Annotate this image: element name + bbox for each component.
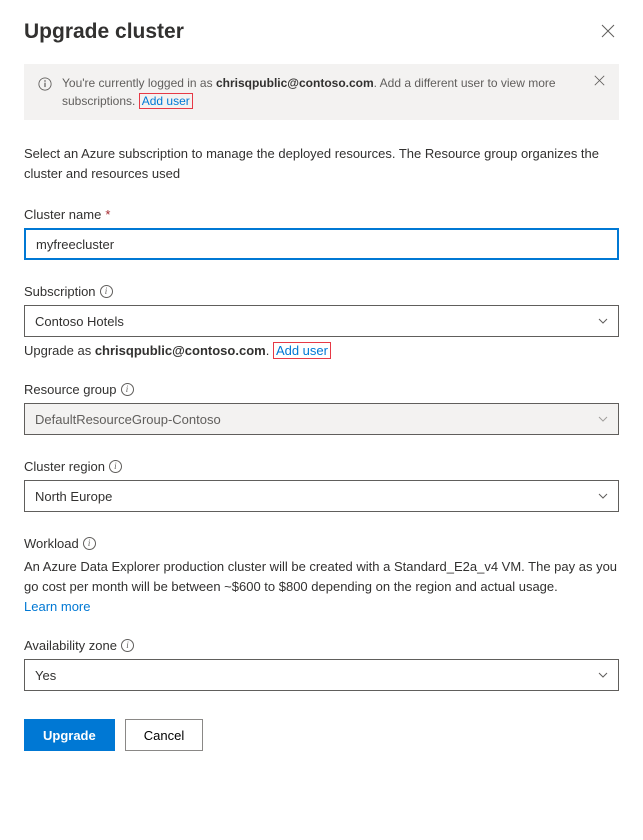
info-icon[interactable]: i	[100, 285, 113, 298]
required-indicator: *	[105, 207, 110, 222]
page-title: Upgrade cluster	[24, 20, 184, 44]
info-icon[interactable]: i	[121, 639, 134, 652]
resource-group-field: Resource group i DefaultResourceGroup-Co…	[24, 382, 619, 435]
workload-field: Workload i An Azure Data Explorer produc…	[24, 536, 619, 614]
banner-close-button[interactable]	[592, 74, 607, 88]
panel-header: Upgrade cluster	[24, 20, 619, 46]
info-icon[interactable]: i	[109, 460, 122, 473]
subscription-value: Contoso Hotels	[35, 314, 124, 329]
resource-group-value: DefaultResourceGroup-Contoso	[35, 412, 221, 427]
learn-more-link[interactable]: Learn more	[24, 599, 90, 614]
availability-zone-label: Availability zone i	[24, 638, 619, 653]
close-icon	[601, 24, 615, 38]
button-row: Upgrade Cancel	[24, 719, 619, 751]
availability-zone-field: Availability zone i Yes	[24, 638, 619, 691]
add-user-link-banner[interactable]: Add user	[139, 93, 193, 109]
close-icon	[594, 75, 605, 86]
cluster-region-field: Cluster region i North Europe	[24, 459, 619, 512]
cluster-region-label: Cluster region i	[24, 459, 619, 474]
availability-zone-value: Yes	[35, 668, 56, 683]
info-icon[interactable]: i	[83, 537, 96, 550]
availability-zone-select[interactable]: Yes	[24, 659, 619, 691]
intro-text: Select an Azure subscription to manage t…	[24, 144, 619, 183]
subscription-label: Subscription i	[24, 284, 619, 299]
cancel-button[interactable]: Cancel	[125, 719, 203, 751]
resource-group-label: Resource group i	[24, 382, 619, 397]
cluster-name-field: Cluster name *	[24, 207, 619, 260]
subscription-select[interactable]: Contoso Hotels	[24, 305, 619, 337]
cluster-name-input[interactable]	[24, 228, 619, 260]
add-user-link-subscription[interactable]: Add user	[273, 342, 331, 359]
workload-label: Workload i	[24, 536, 619, 551]
subscription-helper: Upgrade as chrisqpublic@contoso.com. Add…	[24, 343, 619, 358]
info-icon[interactable]: i	[121, 383, 134, 396]
banner-prefix: You're currently logged in as	[62, 76, 216, 90]
resource-group-select[interactable]: DefaultResourceGroup-Contoso	[24, 403, 619, 435]
workload-description: An Azure Data Explorer production cluste…	[24, 557, 619, 597]
close-panel-button[interactable]	[597, 20, 619, 46]
banner-user: chrisqpublic@contoso.com	[216, 76, 374, 90]
cluster-region-select[interactable]: North Europe	[24, 480, 619, 512]
cluster-region-value: North Europe	[35, 489, 112, 504]
info-icon	[38, 77, 52, 91]
subscription-field: Subscription i Contoso Hotels Upgrade as…	[24, 284, 619, 358]
upgrade-button[interactable]: Upgrade	[24, 719, 115, 751]
cluster-name-label: Cluster name *	[24, 207, 619, 222]
banner-text: You're currently logged in as chrisqpubl…	[62, 74, 582, 110]
info-banner: You're currently logged in as chrisqpubl…	[24, 64, 619, 120]
